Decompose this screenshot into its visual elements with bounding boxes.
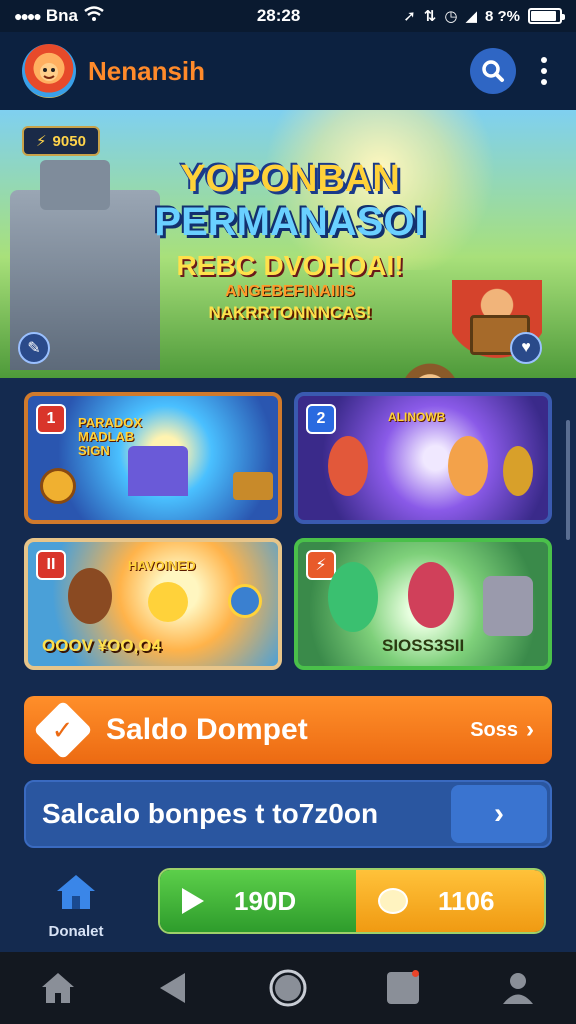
- back-triangle-icon: [159, 973, 185, 1003]
- action-bar: 190D 1106: [158, 868, 546, 934]
- battery-icon: [528, 8, 565, 24]
- battery-level: [531, 11, 557, 21]
- wifi-icon: [84, 5, 104, 27]
- app-header: Nenansih: [0, 32, 576, 110]
- bonus-banner[interactable]: Salcalo bonpes t to7z0on ›: [24, 780, 552, 848]
- wallet-balance-value: Soss: [470, 718, 518, 741]
- tile-tag: ALINOWB: [388, 410, 446, 424]
- banner-subtitle-line1: ANGEBEFINAIIIS: [225, 283, 355, 300]
- sun-burst-icon: [148, 582, 188, 622]
- tile-caption: SIOSS3SII: [382, 636, 465, 655]
- shield-icon: [40, 468, 76, 504]
- alarm-icon: ◷: [444, 8, 458, 25]
- hero-banner[interactable]: ⚡ 9050 YOPONBAN PERMANASOI REBC DVOHOAI!…: [0, 110, 576, 378]
- coin-bag-icon: [378, 888, 408, 914]
- signal-icon: ●●●●: [14, 8, 42, 24]
- cell-signal-icon: ◢: [465, 8, 477, 25]
- banner-title-line3: REBC DVOHOAI!: [176, 250, 404, 281]
- tile-badge: II: [36, 550, 66, 580]
- search-button[interactable]: [470, 48, 516, 94]
- data-icon: ⇅: [423, 8, 437, 25]
- castle-art: [128, 446, 188, 496]
- battery-percent: 8 ?%: [484, 7, 520, 25]
- nav-center-button[interactable]: [258, 958, 318, 1018]
- banner-title-line1: YOPONBAN: [180, 158, 400, 200]
- robot-character: [328, 436, 368, 496]
- carrier-name: Bna: [45, 6, 78, 25]
- play-button[interactable]: 190D: [160, 870, 356, 932]
- hero-character: [448, 436, 488, 496]
- bonus-label: Salcalo bonpes t to7z0on: [42, 798, 379, 829]
- nav-profile-button[interactable]: [488, 958, 548, 1018]
- nav-home-button[interactable]: [28, 958, 88, 1018]
- dashboard-home-label: Donalet: [48, 923, 104, 940]
- robot-character: [328, 562, 378, 632]
- coin-counter: ⚡ 9050: [22, 126, 100, 156]
- nav-back-button[interactable]: [143, 958, 203, 1018]
- tile-badge: 2: [306, 404, 336, 434]
- nav-recents-button[interactable]: [373, 958, 433, 1018]
- lightning-icon: ⚡: [36, 133, 47, 150]
- chevron-right-icon: ›: [526, 716, 534, 743]
- wrench-icon[interactable]: ✎: [18, 332, 50, 364]
- banner-title: YOPONBAN PERMANASOI REBC DVOHOAI! ANGEBE…: [150, 158, 430, 324]
- app-title: Nenansih: [88, 55, 206, 86]
- bonus-arrow-button[interactable]: ›: [451, 785, 547, 843]
- chat-icon[interactable]: ♥: [510, 332, 542, 364]
- home-icon: [57, 875, 95, 909]
- profile-icon: [503, 973, 534, 1004]
- wallet-balance-label: Saldo Dompet: [106, 713, 308, 746]
- scrollbar[interactable]: [566, 420, 570, 540]
- play-icon: [182, 888, 204, 914]
- cowboy-character: [68, 568, 112, 624]
- wallet-balance-button[interactable]: ✓ Saldo Dompet Soss ›: [24, 696, 552, 764]
- search-icon: [482, 60, 504, 82]
- check-icon: ✓: [33, 700, 93, 760]
- play-value: 190D: [234, 885, 297, 916]
- mascot-logo-icon[interactable]: [22, 44, 76, 98]
- game-tile-4[interactable]: ⚡ SIOSS3SII: [294, 538, 552, 670]
- tile-badge: ⚡: [306, 550, 336, 580]
- tile-badge: 1: [36, 404, 66, 434]
- robot-character: [503, 446, 533, 496]
- chevron-right-icon: ›: [494, 797, 504, 830]
- circle-home-icon: [269, 969, 307, 1007]
- robot-character: [483, 576, 533, 636]
- home-icon: [41, 973, 74, 1003]
- location-icon: ➚: [403, 8, 416, 25]
- coin-counter-value: 9050: [52, 132, 86, 150]
- dashboard-home-button[interactable]: Donalet: [36, 872, 116, 944]
- system-nav-bar: [0, 952, 576, 1024]
- tile-tag: HAVOINED: [128, 558, 196, 573]
- game-tile-3[interactable]: II HAVOINED OOOV ¥OO,O4: [24, 538, 282, 670]
- chest-icon: [233, 472, 273, 500]
- tile-caption: OOOV ¥OO,O4: [42, 636, 162, 655]
- banner-subtitle-line2: NAKRRTONNNCAS!: [208, 303, 372, 322]
- coin-button[interactable]: 1106: [356, 870, 544, 932]
- coin-icon: [228, 584, 262, 618]
- more-vertical-icon[interactable]: [534, 57, 554, 85]
- status-time: 28:28: [256, 6, 301, 25]
- game-tile-2[interactable]: 2 ALINOWB: [294, 392, 552, 524]
- coin-value: 1106: [438, 885, 495, 916]
- banner-cowboy-character: [390, 360, 470, 378]
- banner-title-line2: PERMANASOI: [154, 200, 426, 244]
- game-tile-1[interactable]: 1 PARADOX MADLAB SIGN: [24, 392, 282, 524]
- status-bar: ●●●● Bna 28:28 ➚ ⇅ ◷ ◢ 8 ?%: [0, 0, 576, 32]
- robot-character: [408, 562, 454, 628]
